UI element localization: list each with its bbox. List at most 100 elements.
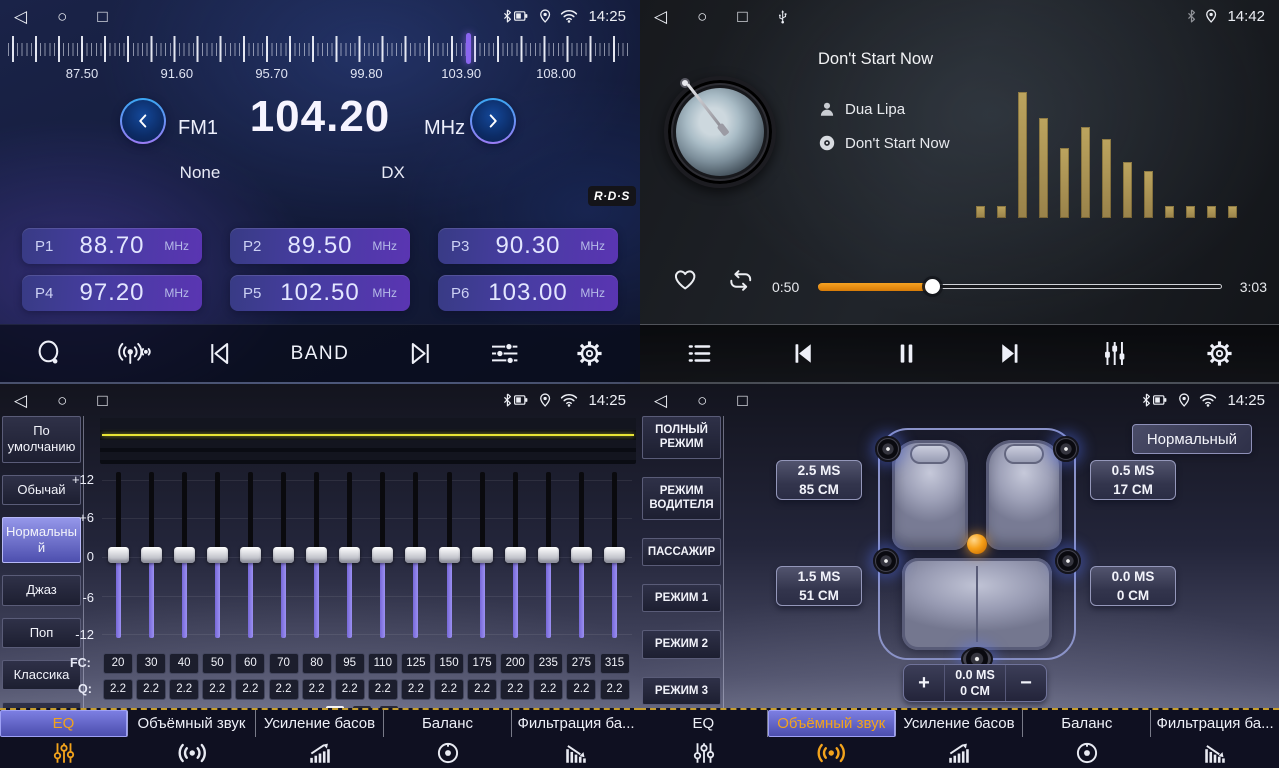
eq-band-slider[interactable] bbox=[135, 472, 167, 638]
favorite-button[interactable] bbox=[670, 264, 700, 292]
equalizer-button[interactable] bbox=[1099, 339, 1130, 368]
eq-band-slider[interactable] bbox=[400, 472, 432, 638]
recents-nav-icon[interactable]: □ bbox=[737, 392, 747, 409]
delay-decrease-button[interactable]: − bbox=[1006, 665, 1046, 701]
eq-band-slider[interactable] bbox=[201, 472, 233, 638]
q-value-box[interactable]: 2.2 bbox=[302, 679, 332, 700]
band-button[interactable]: BAND bbox=[291, 343, 350, 365]
preset-button-p4[interactable]: P497.20MHz bbox=[22, 275, 202, 311]
slider-knob[interactable] bbox=[571, 547, 592, 563]
next-button[interactable] bbox=[405, 339, 434, 368]
settings-button[interactable] bbox=[575, 339, 604, 368]
home-nav-icon[interactable]: ○ bbox=[57, 8, 67, 25]
slider-knob[interactable] bbox=[505, 547, 526, 563]
q-value-box[interactable]: 2.2 bbox=[600, 679, 630, 700]
fc-value-box[interactable]: 315 bbox=[600, 653, 630, 674]
pause-button[interactable] bbox=[892, 339, 921, 368]
fc-value-box[interactable]: 235 bbox=[533, 653, 563, 674]
mode-item-3[interactable]: ПАССАЖИР bbox=[642, 538, 721, 566]
fc-value-box[interactable]: 50 bbox=[202, 653, 232, 674]
slider-knob[interactable] bbox=[405, 547, 426, 563]
front-left-delay-button[interactable]: 2.5 MS 85 CM bbox=[776, 460, 862, 500]
fc-value-box[interactable]: 70 bbox=[269, 653, 299, 674]
mode-item-6[interactable]: РЕЖИМ 3 bbox=[642, 677, 721, 705]
q-value-box[interactable]: 2.2 bbox=[202, 679, 232, 700]
tab-balance[interactable]: Баланс bbox=[384, 710, 512, 768]
q-value-box[interactable]: 2.2 bbox=[434, 679, 464, 700]
tab-surround-sound[interactable]: Объёмный звук bbox=[768, 710, 896, 768]
previous-button[interactable] bbox=[789, 339, 818, 368]
rear-right-delay-button[interactable]: 0.0 MS 0 CM bbox=[1090, 566, 1176, 606]
eq-band-slider[interactable] bbox=[367, 472, 399, 638]
eq-band-slider[interactable] bbox=[499, 472, 531, 638]
q-value-box[interactable]: 2.2 bbox=[235, 679, 265, 700]
repeat-button[interactable] bbox=[726, 268, 756, 293]
slider-knob[interactable] bbox=[174, 547, 195, 563]
profile-button[interactable]: Нормальный bbox=[1132, 424, 1252, 454]
recents-nav-icon[interactable]: □ bbox=[97, 8, 107, 25]
q-value-box[interactable]: 2.2 bbox=[136, 679, 166, 700]
next-button[interactable] bbox=[995, 339, 1024, 368]
fc-value-box[interactable]: 275 bbox=[566, 653, 596, 674]
tab-balance[interactable]: Баланс bbox=[1023, 710, 1151, 768]
frequency-dial[interactable]: 87.5091.6095.7099.80103.90108.00 bbox=[0, 33, 640, 83]
eq-band-slider[interactable] bbox=[168, 472, 200, 638]
home-nav-icon[interactable]: ○ bbox=[697, 392, 707, 409]
slider-knob[interactable] bbox=[439, 547, 460, 563]
eq-band-slider[interactable] bbox=[532, 472, 564, 638]
slider-knob[interactable] bbox=[141, 547, 162, 563]
progress-knob[interactable] bbox=[925, 279, 940, 294]
recents-nav-icon[interactable]: □ bbox=[97, 392, 107, 409]
q-value-box[interactable]: 2.2 bbox=[533, 679, 563, 700]
mode-item-5[interactable]: РЕЖИМ 2 bbox=[642, 630, 721, 658]
tab-bass-boost[interactable]: Усиление басов bbox=[256, 710, 384, 768]
back-nav-icon[interactable]: ◁ bbox=[14, 392, 27, 409]
slider-knob[interactable] bbox=[472, 547, 493, 563]
delay-increase-button[interactable]: + bbox=[904, 665, 944, 701]
eq-band-slider[interactable] bbox=[268, 472, 300, 638]
eq-band-slider[interactable] bbox=[599, 472, 631, 638]
slider-knob[interactable] bbox=[207, 547, 228, 563]
mode-item-1[interactable]: ПОЛНЫЙ РЕЖИМ bbox=[642, 416, 721, 459]
playlist-button[interactable] bbox=[685, 339, 714, 368]
q-value-box[interactable]: 2.2 bbox=[269, 679, 299, 700]
fc-value-box[interactable]: 95 bbox=[335, 653, 365, 674]
slider-knob[interactable] bbox=[108, 547, 129, 563]
search-button[interactable] bbox=[36, 339, 63, 368]
slider-knob[interactable] bbox=[306, 547, 327, 563]
previous-button[interactable] bbox=[206, 339, 235, 368]
q-value-box[interactable]: 2.2 bbox=[467, 679, 497, 700]
q-value-box[interactable]: 2.2 bbox=[500, 679, 530, 700]
progress-slider[interactable] bbox=[818, 284, 1222, 289]
eq-band-slider[interactable] bbox=[301, 472, 333, 638]
fc-value-box[interactable]: 150 bbox=[434, 653, 464, 674]
slider-knob[interactable] bbox=[372, 547, 393, 563]
slider-knob[interactable] bbox=[538, 547, 559, 563]
tab-eq[interactable]: EQ bbox=[0, 710, 128, 768]
recents-nav-icon[interactable]: □ bbox=[737, 8, 747, 25]
eq-band-slider[interactable] bbox=[234, 472, 266, 638]
listening-position-marker[interactable] bbox=[967, 534, 987, 554]
fc-value-box[interactable]: 30 bbox=[136, 653, 166, 674]
fc-value-box[interactable]: 40 bbox=[169, 653, 199, 674]
fc-value-box[interactable]: 20 bbox=[103, 653, 133, 674]
slider-knob[interactable] bbox=[273, 547, 294, 563]
q-value-box[interactable]: 2.2 bbox=[335, 679, 365, 700]
mode-item-2[interactable]: РЕЖИМ ВОДИТЕЛЯ bbox=[642, 477, 721, 520]
tab-crossover-filter[interactable]: Фильтрация ба... bbox=[512, 710, 640, 768]
fc-value-box[interactable]: 110 bbox=[368, 653, 398, 674]
album-art[interactable] bbox=[664, 76, 776, 188]
tab-bass-boost[interactable]: Усиление басов bbox=[896, 710, 1024, 768]
back-nav-icon[interactable]: ◁ bbox=[654, 392, 667, 409]
q-value-box[interactable]: 2.2 bbox=[169, 679, 199, 700]
preset-button-p5[interactable]: P5102.50MHz bbox=[230, 275, 410, 311]
home-nav-icon[interactable]: ○ bbox=[57, 392, 67, 409]
fc-value-box[interactable]: 125 bbox=[401, 653, 431, 674]
eq-band-slider[interactable] bbox=[102, 472, 134, 638]
preset-button-p2[interactable]: P289.50MHz bbox=[230, 228, 410, 264]
rear-left-delay-button[interactable]: 1.5 MS 51 CM bbox=[776, 566, 862, 606]
tab-eq[interactable]: EQ bbox=[640, 710, 768, 768]
back-nav-icon[interactable]: ◁ bbox=[654, 8, 667, 25]
fc-value-box[interactable]: 60 bbox=[235, 653, 265, 674]
tune-up-button[interactable] bbox=[470, 98, 516, 144]
